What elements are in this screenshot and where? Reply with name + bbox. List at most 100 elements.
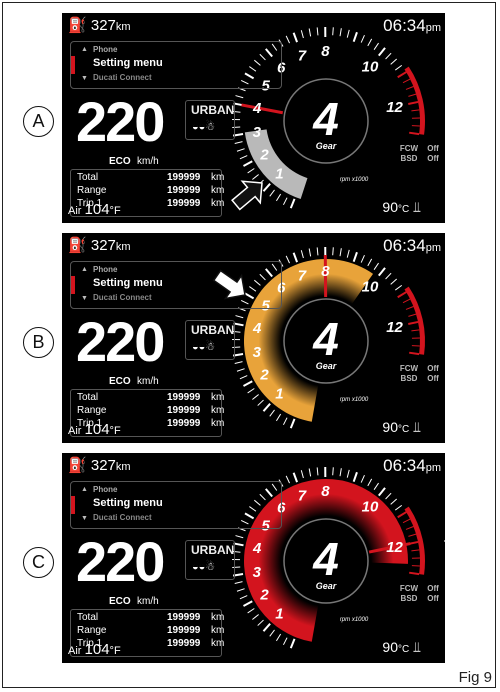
gauge-tick <box>292 252 298 263</box>
coolant-icon: ⫫ <box>413 639 421 655</box>
gauge-tick <box>235 95 244 99</box>
trip-value: 199999 <box>167 625 201 636</box>
gauge-tick <box>234 141 243 144</box>
gauge-tick <box>282 417 288 426</box>
menu-item-prev[interactable]: Phone <box>93 485 117 494</box>
coolant-icon: ⫫ <box>413 199 421 215</box>
gauge-tick <box>332 247 334 256</box>
trip-value: 199999 <box>167 392 201 403</box>
gauge-tick <box>243 380 253 387</box>
gauge-tick <box>395 504 403 511</box>
gauge-tick <box>402 518 411 524</box>
riding-mode-box: URBAN ◒◒☃ <box>185 540 235 580</box>
gauge-tick <box>234 581 243 584</box>
redline-zone <box>404 66 425 135</box>
assist-label: BSD <box>401 154 418 163</box>
gauge-tick <box>373 42 379 50</box>
rpm-tick-label: 10 <box>362 499 379 516</box>
menu-item-next[interactable]: Ducati Connect <box>93 73 152 82</box>
menu-item-current[interactable]: Setting menu <box>93 57 163 69</box>
fuel-pump-icon: ⛽ <box>68 237 87 254</box>
rpm-tick-label: 1 <box>275 605 283 622</box>
gauge-tick <box>411 109 420 112</box>
menu-selector[interactable]: ▲ ▼ Phone Setting menu Ducati Connect <box>70 261 282 309</box>
speed-readout: 220 <box>76 310 165 373</box>
menu-selector[interactable]: ▲ ▼ Phone Setting menu Ducati Connect <box>70 41 282 89</box>
gauge-tick <box>308 248 312 257</box>
label-a: A <box>23 106 54 137</box>
assist-value: Off <box>427 154 439 163</box>
coolant-temperature: 90°C ⫫ <box>382 419 421 435</box>
gauge-tick <box>339 248 342 257</box>
rpm-tick-label: 4 <box>252 320 262 337</box>
gauge-tick <box>262 623 271 632</box>
trip-unit: km <box>211 198 225 209</box>
gauge-tick <box>367 478 373 487</box>
trip-label: Range <box>77 625 107 636</box>
menu-selection-bar <box>71 276 75 294</box>
gauge-tick <box>373 482 379 490</box>
menu-selector[interactable]: ▲ ▼ Phone Setting menu Ducati Connect <box>70 481 282 529</box>
gauge-tick <box>275 413 282 422</box>
gauge-tick <box>292 32 298 43</box>
gauge-tick <box>339 468 342 477</box>
assist-label: BSD <box>401 374 418 383</box>
chevron-up-icon: ▲ <box>81 266 88 273</box>
gauge-tick <box>408 533 417 537</box>
assist-label: FCW <box>400 364 419 373</box>
trip-unit: km <box>211 612 225 623</box>
gear-label: Gear <box>316 361 337 371</box>
menu-item-next[interactable]: Ducati Connect <box>93 513 152 522</box>
rpm-needle <box>241 103 284 115</box>
trip-label: Total <box>77 392 99 403</box>
gauge-tick <box>282 197 288 206</box>
speed-readout: 220 <box>76 90 165 153</box>
gauge-tick <box>233 542 244 547</box>
gauge-tick <box>397 511 407 519</box>
gauge-tick <box>247 388 255 394</box>
menu-item-current[interactable]: Setting menu <box>93 497 163 509</box>
gauge-tick <box>346 29 350 38</box>
gauge-tick <box>408 320 419 325</box>
menu-selection-bar <box>71 496 75 514</box>
chevron-up-icon: ▲ <box>81 46 88 53</box>
trip-value: 199999 <box>167 185 201 196</box>
gauge-tick <box>360 475 365 483</box>
fuel-range: ⛽ 327km <box>68 457 131 474</box>
speed-mode: ECO <box>109 596 131 607</box>
gauge-tick <box>377 267 386 277</box>
menu-item-prev[interactable]: Phone <box>93 265 117 274</box>
gauge-tick <box>352 471 358 483</box>
menu-item-prev[interactable]: Phone <box>93 45 117 54</box>
assist-label: FCW <box>400 144 419 153</box>
riding-mode: URBAN <box>191 543 235 557</box>
gauge-tick <box>236 588 245 592</box>
menu-item-next[interactable]: Ducati Connect <box>93 293 152 302</box>
gauge-tick <box>243 160 253 167</box>
redline-zone <box>404 506 425 575</box>
gauge-tick <box>285 475 291 484</box>
gauge-tick <box>385 272 392 280</box>
gauge-tick <box>289 638 296 649</box>
rpm-tick-label: 12 <box>386 99 403 116</box>
gauge-tick <box>395 284 403 291</box>
trip-value: 199999 <box>167 405 201 416</box>
gauge-tick <box>411 329 420 332</box>
gauge-tick <box>285 35 291 44</box>
riding-mode: URBAN <box>191 103 235 117</box>
gauge-tick <box>239 595 248 600</box>
rpm-unit-label: rpm x1000 <box>340 397 369 403</box>
gauge-tick <box>252 174 259 180</box>
label-b: B <box>23 327 54 358</box>
gauge-tick <box>285 255 291 264</box>
gauge-tick <box>409 351 420 356</box>
trip-value: 199999 <box>167 172 201 183</box>
clock: 06:34pm <box>383 16 441 35</box>
gauge-tick <box>275 193 282 202</box>
trip-label: Range <box>77 185 107 196</box>
gauge-tick <box>402 298 411 304</box>
dashboard-panel-a: 1 2 3 4 5 6 7 8 10 12 4 Gear rpm x1000 FCW Off BSD Off ⛽… <box>62 13 445 223</box>
menu-item-current[interactable]: Setting menu <box>93 277 163 289</box>
gauge-tick <box>377 487 386 497</box>
air-temperature: Air 104°F <box>68 641 121 658</box>
